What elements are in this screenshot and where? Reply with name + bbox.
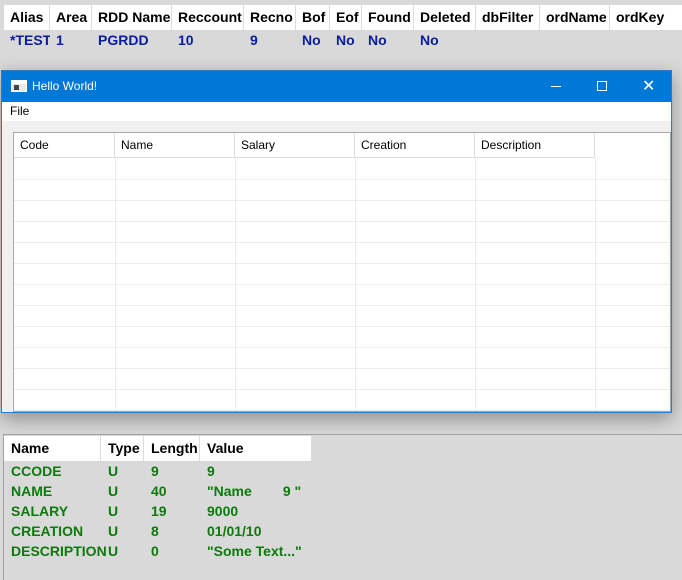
cell-deleted: No — [420, 32, 439, 48]
grid-area: Code Name Salary Creation Description — [2, 121, 671, 412]
menu-bar: File — [2, 102, 671, 121]
field-value: 01/01/10 — [207, 523, 262, 539]
field-value: 9000 — [207, 503, 239, 519]
cell-eof: No — [336, 32, 355, 48]
field-name: DESCRIPTION — [11, 543, 107, 559]
fields-col-type: Type — [101, 436, 144, 461]
cell-reccount: 10 — [178, 32, 194, 48]
col-rdd-name: RDD Name — [92, 5, 172, 30]
field-length: 19 — [151, 503, 167, 519]
field-length: 8 — [151, 523, 159, 539]
grid-header: Code Name Salary Creation Description — [14, 133, 595, 158]
field-length: 40 — [151, 483, 167, 499]
field-type: U — [108, 523, 119, 539]
field-name: CCODE — [11, 463, 62, 479]
menu-item-file[interactable]: File — [10, 104, 29, 118]
col-ordname: ordName — [540, 5, 610, 30]
workarea-panel: Alias Area RDD Name Reccount Recno Bof E… — [0, 0, 682, 70]
grid-col-code[interactable]: Code — [14, 133, 115, 158]
col-reccount: Reccount — [172, 5, 244, 30]
maximize-icon — [597, 81, 607, 91]
fields-col-length: Length — [144, 436, 200, 461]
grid-col-name[interactable]: Name — [115, 133, 235, 158]
field-length: 0 — [151, 543, 159, 559]
field-name: NAME — [11, 483, 53, 499]
cell-rdd-name: PGRDD — [98, 32, 149, 48]
field-name: SALARY — [11, 503, 69, 519]
minimize-button[interactable] — [533, 71, 579, 102]
field-value: "Some Text..." — [207, 543, 302, 559]
title-bar[interactable]: Hello World! ✕ — [2, 71, 671, 102]
field-type: U — [108, 503, 119, 519]
grid-col-description[interactable]: Description — [475, 133, 595, 158]
close-button[interactable]: ✕ — [625, 71, 671, 102]
data-grid[interactable]: Code Name Salary Creation Description — [13, 132, 671, 412]
fields-col-name: Name — [4, 436, 101, 461]
minimize-icon — [551, 86, 561, 87]
fields-header: Name Type Length Value — [4, 436, 312, 461]
field-length: 9 — [151, 463, 159, 479]
window-title: Hello World! — [32, 79, 98, 93]
field-row[interactable]: NAME U 40 "Name 9 " — [4, 481, 400, 501]
col-alias: Alias — [4, 5, 50, 30]
cell-bof: No — [302, 32, 321, 48]
grid-body[interactable] — [14, 158, 670, 411]
field-type: U — [108, 543, 119, 559]
field-row[interactable]: CREATION U 8 01/01/10 — [4, 521, 400, 541]
field-row[interactable]: DESCRIPTION U 0 "Some Text..." — [4, 541, 400, 561]
col-eof: Eof — [330, 5, 362, 30]
fields-panel: Name Type Length Value CCODE U 9 9 NAME … — [3, 434, 682, 580]
field-value: "Name 9 " — [207, 483, 302, 499]
app-icon[interactable] — [11, 80, 27, 92]
cell-area: 1 — [56, 32, 64, 48]
col-area: Area — [50, 5, 92, 30]
field-type: U — [108, 483, 119, 499]
close-icon: ✕ — [642, 76, 656, 95]
col-dbfilter: dbFilter — [476, 5, 540, 30]
field-row[interactable]: SALARY U 19 9000 — [4, 501, 400, 521]
field-name: CREATION — [11, 523, 84, 539]
grid-col-salary[interactable]: Salary — [235, 133, 355, 158]
cell-recno: 9 — [250, 32, 258, 48]
col-ordkey: ordKey — [616, 9, 665, 25]
workarea-header: Alias Area RDD Name Reccount Recno Bof E… — [4, 5, 682, 30]
col-deleted: Deleted — [414, 5, 476, 30]
col-bof: Bof — [296, 5, 330, 30]
col-found: Found — [362, 5, 414, 30]
cell-alias: *TEST — [10, 32, 50, 48]
fields-col-value: Value — [200, 436, 312, 461]
cell-found: No — [368, 32, 387, 48]
workarea-row[interactable]: *TEST 1 PGRDD 10 9 No No No No — [4, 30, 476, 50]
field-row[interactable]: CCODE U 9 9 — [4, 461, 400, 481]
field-value: 9 — [207, 463, 215, 479]
field-type: U — [108, 463, 119, 479]
col-recno: Recno — [244, 5, 296, 30]
hello-world-window: Hello World! ✕ File Code Name Salary Cre… — [1, 70, 672, 413]
maximize-button[interactable] — [579, 71, 625, 102]
grid-col-creation[interactable]: Creation — [355, 133, 475, 158]
